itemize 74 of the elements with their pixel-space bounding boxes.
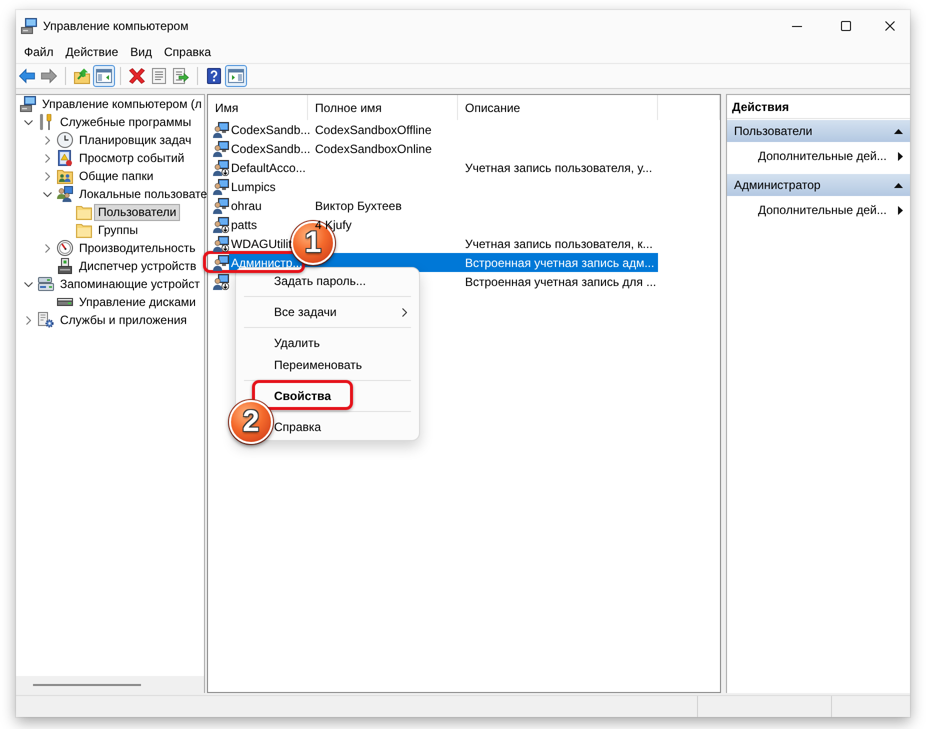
tree-item[interactable]: Пользователи <box>94 204 180 220</box>
full-name-cell: CodexSandboxOffline <box>315 122 432 136</box>
chevron-right-icon <box>402 308 407 316</box>
chevron-down-icon[interactable] <box>24 120 33 124</box>
computer-icon <box>21 18 37 34</box>
chevron-right-icon[interactable] <box>45 172 50 180</box>
menu-item[interactable]: Вид <box>124 43 158 62</box>
tree-item[interactable]: Диспетчер устройств <box>75 258 200 274</box>
section-header[interactable]: Пользователи <box>727 120 910 142</box>
shared-folder-icon <box>57 168 73 184</box>
collapse-triangle-icon[interactable] <box>894 128 903 134</box>
description-cell: Учетная запись пользователя, к... <box>465 236 653 250</box>
tree-item[interactable]: Управление дисками <box>75 294 200 310</box>
description-cell: Встроенная учетная запись для ... <box>465 274 656 288</box>
tree-item[interactable]: Управление компьютером (л <box>38 96 206 112</box>
column-header[interactable]: Описание <box>458 95 658 120</box>
description-cell: Учетная запись пользователя, у... <box>465 160 652 174</box>
section-header[interactable]: Администратор <box>727 174 910 196</box>
users-icon <box>57 186 73 202</box>
chevron-down-icon[interactable] <box>24 282 33 286</box>
tree-item[interactable]: Группы <box>94 222 142 238</box>
submenu-arrow-icon <box>898 152 903 160</box>
folder-icon <box>76 222 92 238</box>
column-header[interactable]: Имя <box>208 95 308 120</box>
menu-item[interactable]: Действие <box>60 43 124 62</box>
tree-item[interactable]: Локальные пользовате <box>75 186 212 202</box>
log-book-icon <box>57 150 73 166</box>
tree-item[interactable]: Запоминающие устройст <box>56 276 204 292</box>
context-menu-item[interactable]: Свойства <box>273 385 419 407</box>
tree-item[interactable]: Общие папки <box>75 168 158 184</box>
window-title: Управление компьютером <box>43 19 188 33</box>
full-name-cell: CodexSandboxOnline <box>315 142 432 156</box>
name-cell[interactable]: CodexSandb... <box>231 142 310 156</box>
storage-icon <box>38 276 54 292</box>
menu-item[interactable]: Файл <box>18 43 60 62</box>
tree-item[interactable]: Планировщик задач <box>75 132 196 148</box>
description-cell: Встроенная учетная запись адм... <box>465 256 654 270</box>
computer-icon <box>20 96 36 112</box>
scrollbar-thumb[interactable] <box>33 684 141 686</box>
maximize-icon <box>841 21 851 31</box>
document-gear-icon <box>38 312 54 328</box>
close-icon <box>885 21 895 31</box>
tree-item[interactable]: Служебные программы <box>56 114 196 130</box>
context-menu-item[interactable]: Удалить <box>273 332 419 354</box>
chevron-right-icon[interactable] <box>45 136 50 144</box>
tree-item[interactable]: Службы и приложения <box>56 312 191 328</box>
name-cell[interactable]: Администр... <box>231 256 302 270</box>
full-name-cell: Виктор Бухтеев <box>315 198 402 212</box>
actions-header: Действия <box>727 95 910 119</box>
name-cell[interactable]: Lumpics <box>231 180 276 194</box>
context-menu-item[interactable]: Переименовать <box>273 354 419 376</box>
context-menu-item[interactable]: Справка <box>273 416 419 438</box>
name-cell[interactable]: CodexSandb... <box>231 122 310 136</box>
folder-icon <box>76 204 92 220</box>
step-badge: 2 <box>229 400 273 444</box>
chevron-right-icon[interactable] <box>45 154 50 162</box>
menu-item[interactable]: Справка <box>158 43 218 62</box>
context-menu-item[interactable]: Задать пароль... <box>273 270 419 292</box>
action-item[interactable]: Дополнительные дей... <box>727 146 910 166</box>
printer-icon <box>57 258 73 274</box>
clock-icon <box>57 132 73 148</box>
tree-item[interactable]: Просмотр событий <box>75 150 188 166</box>
chevron-right-icon[interactable] <box>45 244 50 252</box>
context-menu-item[interactable]: Все задачи <box>273 301 419 323</box>
column-header[interactable]: Полное имя <box>308 95 458 120</box>
name-cell[interactable]: ohrau <box>231 198 262 212</box>
submenu-arrow-icon <box>898 206 903 214</box>
gauge-icon <box>57 240 73 256</box>
tools-icon <box>38 114 54 130</box>
action-item[interactable]: Дополнительные дей... <box>727 200 910 220</box>
tree-item[interactable]: Производительность <box>75 240 200 256</box>
chevron-down-icon[interactable] <box>43 192 52 196</box>
collapse-triangle-icon[interactable] <box>894 182 903 188</box>
chevron-right-icon[interactable] <box>26 316 31 324</box>
